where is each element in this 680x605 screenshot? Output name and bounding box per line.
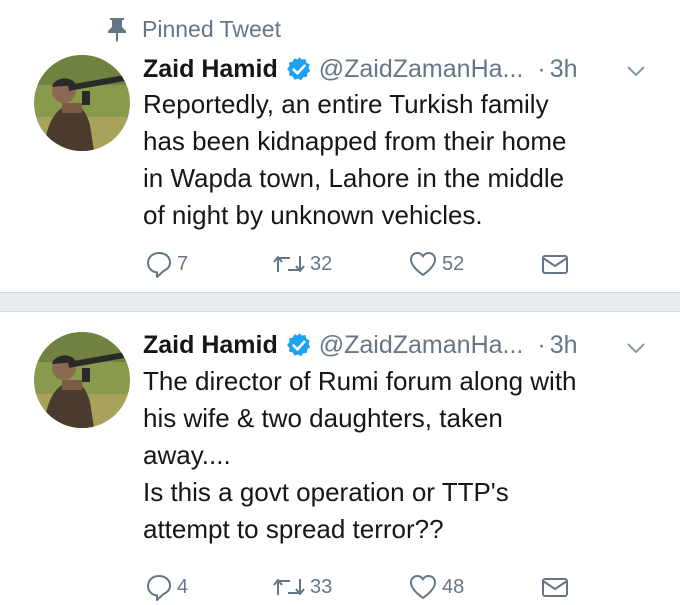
author-name[interactable]: Zaid Hamid bbox=[143, 55, 278, 84]
envelope-icon bbox=[542, 578, 568, 597]
separator-dot: · bbox=[537, 54, 546, 83]
retweet-icon bbox=[273, 256, 305, 272]
avatar-image bbox=[34, 55, 130, 151]
chevron-down-icon[interactable] bbox=[625, 341, 647, 355]
tweet-header: Zaid Hamid @ZaidZamanHa... · 3h bbox=[143, 328, 578, 362]
tweet-text: The director of Rumi forum along with hi… bbox=[143, 366, 577, 544]
verified-badge-icon bbox=[286, 57, 311, 81]
heart-icon bbox=[410, 252, 436, 276]
retweet-count: 33 bbox=[310, 575, 333, 598]
verified-badge-icon bbox=[286, 333, 311, 357]
like-count: 48 bbox=[442, 575, 465, 598]
pin-icon bbox=[108, 18, 126, 42]
envelope-icon bbox=[542, 255, 568, 274]
like-button[interactable]: 52 bbox=[408, 247, 464, 281]
tweet-text: Reportedly, an entire Turkish family has… bbox=[143, 89, 567, 230]
reply-button[interactable]: 7 bbox=[145, 247, 188, 281]
tweet[interactable]: Zaid Hamid @ZaidZamanHa... · 3h The dire… bbox=[0, 312, 680, 605]
avatar-image bbox=[34, 332, 130, 428]
heart-icon bbox=[410, 575, 436, 599]
reply-icon bbox=[147, 575, 171, 601]
retweet-count: 32 bbox=[310, 252, 333, 275]
like-count: 52 bbox=[442, 252, 465, 275]
reply-icon bbox=[147, 252, 171, 278]
reply-count: 7 bbox=[177, 252, 189, 275]
direct-message-button[interactable] bbox=[541, 570, 569, 604]
like-button[interactable]: 48 bbox=[408, 570, 464, 604]
tweet-timestamp[interactable]: 3h bbox=[550, 331, 578, 360]
tweet-header: Zaid Hamid @ZaidZamanHa... · 3h bbox=[143, 52, 578, 86]
tweet-divider bbox=[0, 292, 680, 312]
tweet-actions: 4 33 48 bbox=[0, 570, 680, 604]
retweet-button[interactable]: 33 bbox=[272, 570, 332, 604]
reply-count: 4 bbox=[177, 575, 189, 598]
pinned-label: Pinned Tweet bbox=[142, 15, 281, 42]
author-handle[interactable]: @ZaidZamanHa... bbox=[319, 55, 524, 84]
reply-button[interactable]: 4 bbox=[145, 570, 188, 604]
retweet-button[interactable]: 32 bbox=[272, 247, 332, 281]
chevron-down-icon[interactable] bbox=[625, 64, 647, 78]
author-name[interactable]: Zaid Hamid bbox=[143, 331, 278, 360]
tweet[interactable]: Pinned Tweet Zaid Hamid @ZaidZamanHa... … bbox=[0, 0, 680, 292]
author-handle[interactable]: @ZaidZamanHa... bbox=[319, 331, 524, 360]
direct-message-button[interactable] bbox=[541, 247, 569, 281]
separator-dot: · bbox=[537, 330, 546, 359]
tweet-timestamp[interactable]: 3h bbox=[550, 55, 578, 84]
pinned-indicator: Pinned Tweet bbox=[106, 14, 281, 44]
tweet-actions: 7 32 52 bbox=[0, 247, 680, 281]
retweet-icon bbox=[273, 579, 305, 595]
avatar[interactable] bbox=[34, 332, 130, 428]
avatar[interactable] bbox=[34, 55, 130, 151]
